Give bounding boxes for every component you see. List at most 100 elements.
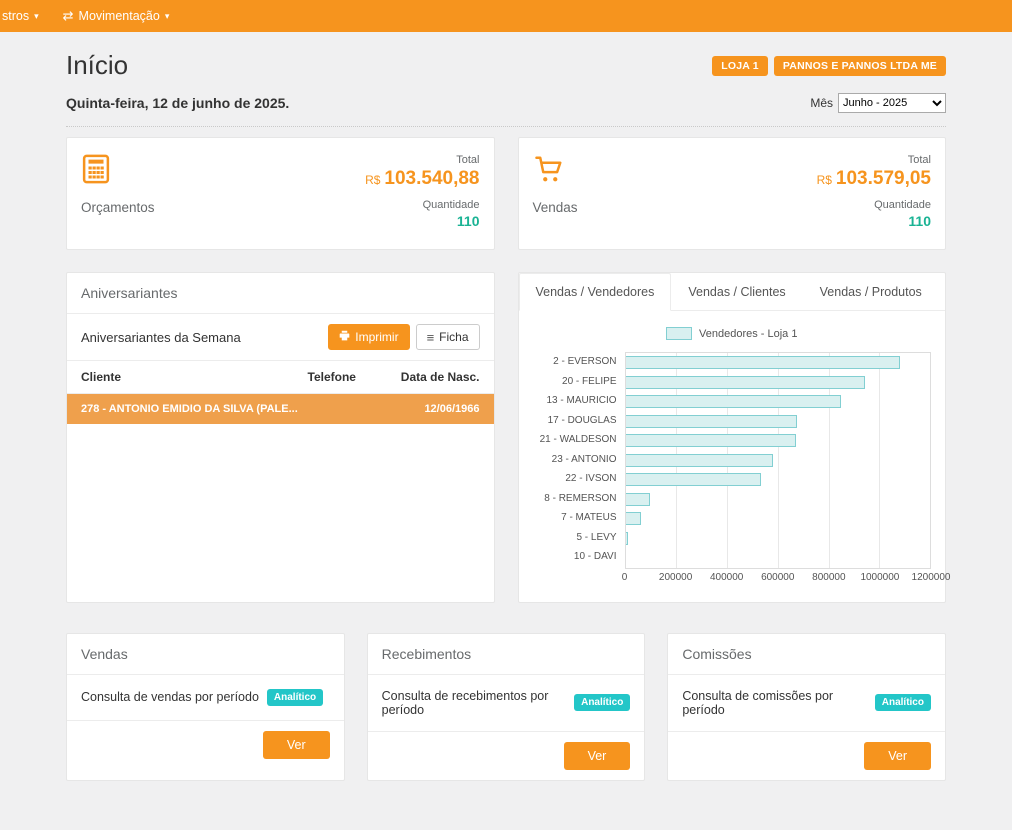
ver-button[interactable]: Ver [263, 731, 330, 759]
vendas-label: Vendas [533, 200, 578, 215]
legend-label: Vendedores - Loja 1 [699, 328, 797, 340]
nav-item-cadastros[interactable]: stros ▾ [0, 0, 51, 32]
chart-bar [626, 395, 842, 408]
month-label: Mês [810, 96, 833, 110]
date-text: Quinta-feira, 12 de junho de 2025. [66, 95, 289, 111]
card-report-recebimentos: Recebimentos Consulta de recebimentos po… [367, 633, 646, 781]
shopping-cart-icon [533, 154, 578, 186]
ver-button[interactable]: Ver [564, 742, 631, 770]
top-navbar: stros ▾ ⇄ Movimentação ▾ [0, 0, 1012, 32]
legend-swatch [666, 327, 692, 340]
chart-bar-row [626, 353, 931, 373]
page-title: Início [66, 50, 128, 81]
chart-category-label: 10 - DAVI [533, 547, 625, 567]
chart-tabs: Vendas / Vendedores Vendas / Clientes Ve… [519, 273, 946, 311]
chart-bar [626, 473, 762, 486]
column-nascimento: Data de Nasc. [388, 370, 480, 384]
nav-item-label: Movimentação [79, 9, 160, 23]
company-badge: PANNOS E PANNOS LTDA ME [774, 56, 946, 76]
chart-bar-row [626, 509, 931, 529]
reports-row: Vendas Consulta de vendas por período An… [66, 633, 946, 781]
currency-symbol: R$ [365, 173, 380, 187]
tab-vendas-clientes[interactable]: Vendas / Clientes [671, 273, 802, 311]
chart-bar [626, 532, 628, 545]
analitico-badge: Analítico [267, 689, 323, 706]
quantity-value: 110 [908, 213, 931, 229]
chart-bar [626, 415, 797, 428]
report-title: Comissões [668, 634, 945, 675]
chevron-down-icon: ▾ [165, 12, 170, 21]
chart-bar-row [626, 548, 931, 568]
chart-xtick-label: 1200000 [912, 572, 951, 583]
page-header: Início LOJA 1 PANNOS E PANNOS LTDA ME [66, 50, 946, 81]
quantity-label: Quantidade [874, 199, 931, 211]
chart-category-label: 17 - DOUGLAS [533, 411, 625, 431]
chart-bar-row [626, 412, 931, 432]
imprimir-label: Imprimir [355, 330, 398, 344]
column-cliente: Cliente [81, 370, 308, 384]
card-sales-chart: Vendas / Vendedores Vendas / Clientes Ve… [518, 272, 947, 603]
chart-bar-row [626, 431, 931, 451]
total-label: Total [456, 154, 479, 166]
cell-nascimento: 12/06/1966 [388, 403, 480, 415]
chart-xtick-label: 600000 [761, 572, 794, 583]
report-description: Consulta de comissões por período [682, 689, 866, 717]
column-telefone: Telefone [308, 370, 388, 384]
nav-item-movimentacao[interactable]: ⇄ Movimentação ▾ [51, 0, 182, 32]
chart-plot [625, 352, 932, 569]
quantity-label: Quantidade [423, 199, 480, 211]
chart-bar [626, 376, 866, 389]
summary-row: Orçamentos Total R$ 103.540,88 Quantidad… [66, 137, 946, 250]
printer-icon [339, 330, 350, 344]
birthday-row[interactable]: 278 - ANTONIO EMIDIO DA SILVA (PALE... 1… [67, 394, 494, 424]
chart-category-label: 2 - EVERSON [533, 352, 625, 372]
chart-bar-row [626, 490, 931, 510]
currency-symbol: R$ [817, 173, 832, 187]
orcamentos-label: Orçamentos [81, 200, 155, 215]
chart-xtick-label: 1000000 [860, 572, 899, 583]
chart-xtick-label: 800000 [812, 572, 845, 583]
chart-category-label: 20 - FELIPE [533, 372, 625, 392]
analitico-badge: Analítico [875, 694, 931, 711]
chart-bar-row [626, 392, 931, 412]
chart-category-label: 13 - MAURICIO [533, 391, 625, 411]
quantity-value: 110 [457, 213, 480, 229]
chart-bar-row [626, 529, 931, 549]
total-label: Total [908, 154, 931, 166]
report-title: Recebimentos [368, 634, 645, 675]
chart-bar-row [626, 470, 931, 490]
report-title: Vendas [67, 634, 344, 675]
card-aniversariantes: Aniversariantes Aniversariantes da Seman… [66, 272, 495, 603]
ficha-button[interactable]: ≡ Ficha [416, 324, 480, 350]
analitico-badge: Analítico [574, 694, 630, 711]
ver-button[interactable]: Ver [864, 742, 931, 770]
chart-xtick-label: 0 [622, 572, 628, 583]
card-report-vendas: Vendas Consulta de vendas por período An… [66, 633, 345, 781]
report-description: Consulta de recebimentos por período [382, 689, 566, 717]
month-filter: Mês Junho - 2025 [810, 93, 946, 113]
chart-category-label: 21 - WALDESON [533, 430, 625, 450]
report-description: Consulta de vendas por período [81, 690, 259, 704]
month-select[interactable]: Junho - 2025 [838, 93, 946, 113]
ficha-label: Ficha [439, 330, 468, 344]
calculator-icon [81, 154, 155, 186]
chart-bar-row [626, 373, 931, 393]
chart-category-label: 22 - IVSON [533, 469, 625, 489]
chart-category-label: 5 - LEVY [533, 528, 625, 548]
tab-vendas-vendedores[interactable]: Vendas / Vendedores [519, 273, 672, 311]
card-vendas: Vendas Total R$ 103.579,05 Quantidade 11… [518, 137, 947, 250]
cell-cliente: 278 - ANTONIO EMIDIO DA SILVA (PALE... [81, 403, 308, 415]
chevron-down-icon: ▾ [34, 12, 39, 21]
aniversariantes-subtitle: Aniversariantes da Semana [81, 330, 241, 345]
store-badge: LOJA 1 [712, 56, 768, 76]
imprimir-button[interactable]: Imprimir [328, 324, 409, 350]
chart-xtick-label: 200000 [659, 572, 692, 583]
date-row: Quinta-feira, 12 de junho de 2025. Mês J… [66, 93, 946, 127]
tab-vendas-produtos[interactable]: Vendas / Produtos [803, 273, 939, 311]
swap-arrows-icon: ⇄ [63, 8, 74, 24]
chart-xaxis: 020000040000060000080000010000001200000 [625, 572, 932, 588]
chart-bar [626, 493, 650, 506]
list-icon: ≡ [427, 331, 435, 344]
chart-body: Vendedores - Loja 1 2 - EVERSON20 - FELI… [519, 311, 946, 602]
chart-bar [626, 356, 900, 369]
